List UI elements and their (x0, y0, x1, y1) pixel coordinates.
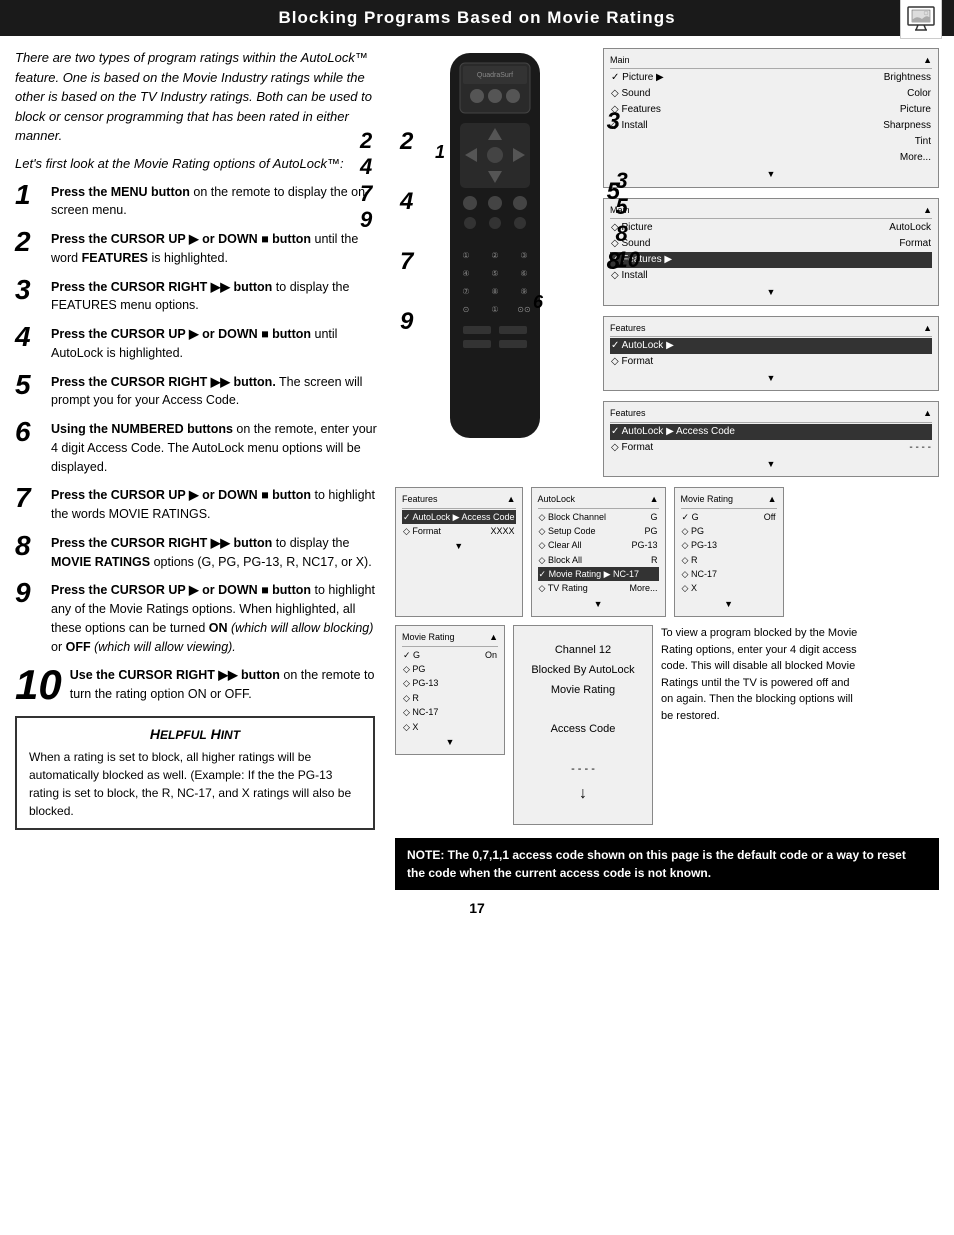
step-num-7: 7 (15, 484, 43, 512)
step-label-358-10: 35810 (616, 168, 640, 274)
svg-text:⑥: ⑥ (520, 269, 527, 278)
bottom-note-row: NOTE: The 0,7,1,1 access code shown on t… (0, 830, 954, 895)
channel-line4: Access Code (524, 720, 642, 740)
step-6: 6 Using the NUMBERED buttons on the remo… (15, 420, 385, 476)
step-text-10: Use the CURSOR RIGHT ▶▶ button on the re… (70, 666, 385, 704)
step-1: 1 Press the MENU button on the remote to… (15, 183, 385, 221)
step-label-9: 9 (400, 308, 413, 336)
intro-subtitle: Let's first look at the Movie Rating opt… (15, 156, 385, 171)
header-icon (900, 0, 942, 39)
step-8: 8 Press the CURSOR RIGHT ▶▶ button to di… (15, 534, 385, 572)
step-num-10: 10 (15, 664, 62, 706)
page-number: 17 (0, 895, 954, 926)
svg-text:③: ③ (520, 251, 527, 260)
step-text-2: Press the CURSOR UP ▶ or DOWN ■ button u… (51, 230, 385, 268)
step-2: 2 Press the CURSOR UP ▶ or DOWN ■ button… (15, 230, 385, 268)
note-text: NOTE: The 0,7,1,1 access code shown on t… (407, 848, 906, 880)
bottom-screens-row: Features▲ ✓ AutoLock ▶ Access Code ◇ For… (395, 487, 939, 617)
step-text-5: Press the CURSOR RIGHT ▶▶ button. The sc… (51, 373, 385, 411)
channel-line3: Movie Rating (524, 681, 642, 701)
svg-text:6: 6 (533, 292, 544, 312)
tv-icon (905, 2, 937, 34)
svg-text:①: ① (462, 251, 469, 260)
svg-text:⊙: ⊙ (463, 305, 470, 314)
svg-text:⑦: ⑦ (462, 287, 469, 296)
helpful-hint-title: HELPFUL HINT (29, 726, 361, 742)
final-screens-row: Movie Rating▲ ✓ GOn ◇ PG ◇ PG-13 ◇ R ◇ N… (395, 625, 939, 824)
svg-text:1: 1 (435, 142, 445, 162)
step-num-2: 2 (15, 228, 43, 256)
menu-screen-main: Main▲ ✓ Picture ▶Brightness ◇ SoundColor… (603, 48, 939, 188)
menu-screens-stack: Main▲ ✓ Picture ▶Brightness ◇ SoundColor… (603, 48, 939, 477)
step-text-8: Press the CURSOR RIGHT ▶▶ button to disp… (51, 534, 385, 572)
remote-svg: QuadraSurf (425, 48, 565, 448)
right-column: 2 4 7 9 3 5 8 2479 35810 (395, 48, 939, 830)
step-text-3: Press the CURSOR RIGHT ▶▶ button to disp… (51, 278, 385, 316)
step-text-1: Press the MENU button on the remote to d… (51, 183, 385, 221)
svg-text:⑨: ⑨ (520, 287, 527, 296)
step-label-4: 4 (400, 188, 413, 216)
intro-paragraph: There are two types of program ratings w… (15, 48, 385, 146)
screen-movie-rating-off: Movie Rating▲ ✓ GOff ◇ PG ◇ PG-13 ◇ R ◇ … (674, 487, 784, 617)
step-label-7: 7 (400, 248, 413, 276)
menu-screen-access: Features▲ ✓ AutoLock ▶ Access Code ◇ For… (603, 401, 939, 477)
step-text-7: Press the CURSOR UP ▶ or DOWN ■ button t… (51, 486, 385, 524)
svg-text:⑤: ⑤ (491, 269, 498, 278)
svg-text:⑧: ⑧ (491, 287, 498, 296)
step-text-6: Using the NUMBERED buttons on the remote… (51, 420, 385, 476)
svg-text:④: ④ (462, 269, 469, 278)
svg-text:②: ② (491, 251, 498, 260)
svg-text:QuadraSurf: QuadraSurf (477, 72, 513, 79)
channel-line2: Blocked By AutoLock (524, 661, 642, 681)
step-label-3-r: 3 (607, 108, 620, 136)
step-num-5: 5 (15, 371, 43, 399)
helpful-hint-text: When a rating is set to block, all highe… (29, 748, 361, 820)
step-label-2: 2 (400, 128, 413, 156)
step-num-1: 1 (15, 181, 43, 209)
step-7: 7 Press the CURSOR UP ▶ or DOWN ■ button… (15, 486, 385, 524)
step-num-8: 8 (15, 532, 43, 560)
svg-text:⊙⊙: ⊙⊙ (517, 305, 530, 314)
screen-autolock-menu: AutoLock▲ ◇ Block ChannelG ◇ Setup CodeP… (531, 487, 666, 617)
channel-line1: Channel 12 (524, 641, 642, 661)
left-column: There are two types of program ratings w… (15, 48, 385, 830)
page-header: Blocking Programs Based on Movie Ratings (0, 0, 954, 36)
step-num-3: 3 (15, 276, 43, 304)
note-box: NOTE: The 0,7,1,1 access code shown on t… (395, 838, 939, 890)
menu-screen-autolock: Features▲ ✓ AutoLock ▶ ◇ Format ▼ (603, 316, 939, 392)
step-text-4: Press the CURSOR UP ▶ or DOWN ■ button u… (51, 325, 385, 363)
step-text-9: Press the CURSOR UP ▶ or DOWN ■ button t… (51, 581, 385, 656)
step-label-2479: 2479 (360, 128, 372, 234)
step-9: 9 Press the CURSOR UP ▶ or DOWN ■ button… (15, 581, 385, 656)
screen-movie-rating-on: Movie Rating▲ ✓ GOn ◇ PG ◇ PG-13 ◇ R ◇ N… (395, 625, 505, 755)
step-3: 3 Press the CURSOR RIGHT ▶▶ button to di… (15, 278, 385, 316)
helpful-hint-box: HELPFUL HINT When a rating is set to blo… (15, 716, 375, 830)
step-num-9: 9 (15, 579, 43, 607)
menu-screen-features: Main▲ ◇ PictureAutoLock ◇ SoundFormat ✓ … (603, 198, 939, 306)
step-num-4: 4 (15, 323, 43, 351)
page-title: Blocking Programs Based on Movie Ratings (278, 8, 675, 28)
step-4: 4 Press the CURSOR UP ▶ or DOWN ■ button… (15, 325, 385, 363)
remote-area: 2 4 7 9 3 5 8 2479 35810 (395, 48, 595, 451)
side-note-text: To view a program blocked by the Movie R… (661, 625, 861, 724)
channel-line5: - - - - (524, 760, 642, 780)
screen-access-xxxx: Features▲ ✓ AutoLock ▶ Access Code ◇ For… (395, 487, 523, 617)
step-10: 10 Use the CURSOR RIGHT ▶▶ button on the… (15, 666, 385, 706)
step-num-6: 6 (15, 418, 43, 446)
step-5: 5 Press the CURSOR RIGHT ▶▶ button. The … (15, 373, 385, 411)
screen-channel-blocked: Channel 12 Blocked By AutoLock Movie Rat… (513, 625, 653, 824)
svg-text:①: ① (491, 305, 498, 314)
